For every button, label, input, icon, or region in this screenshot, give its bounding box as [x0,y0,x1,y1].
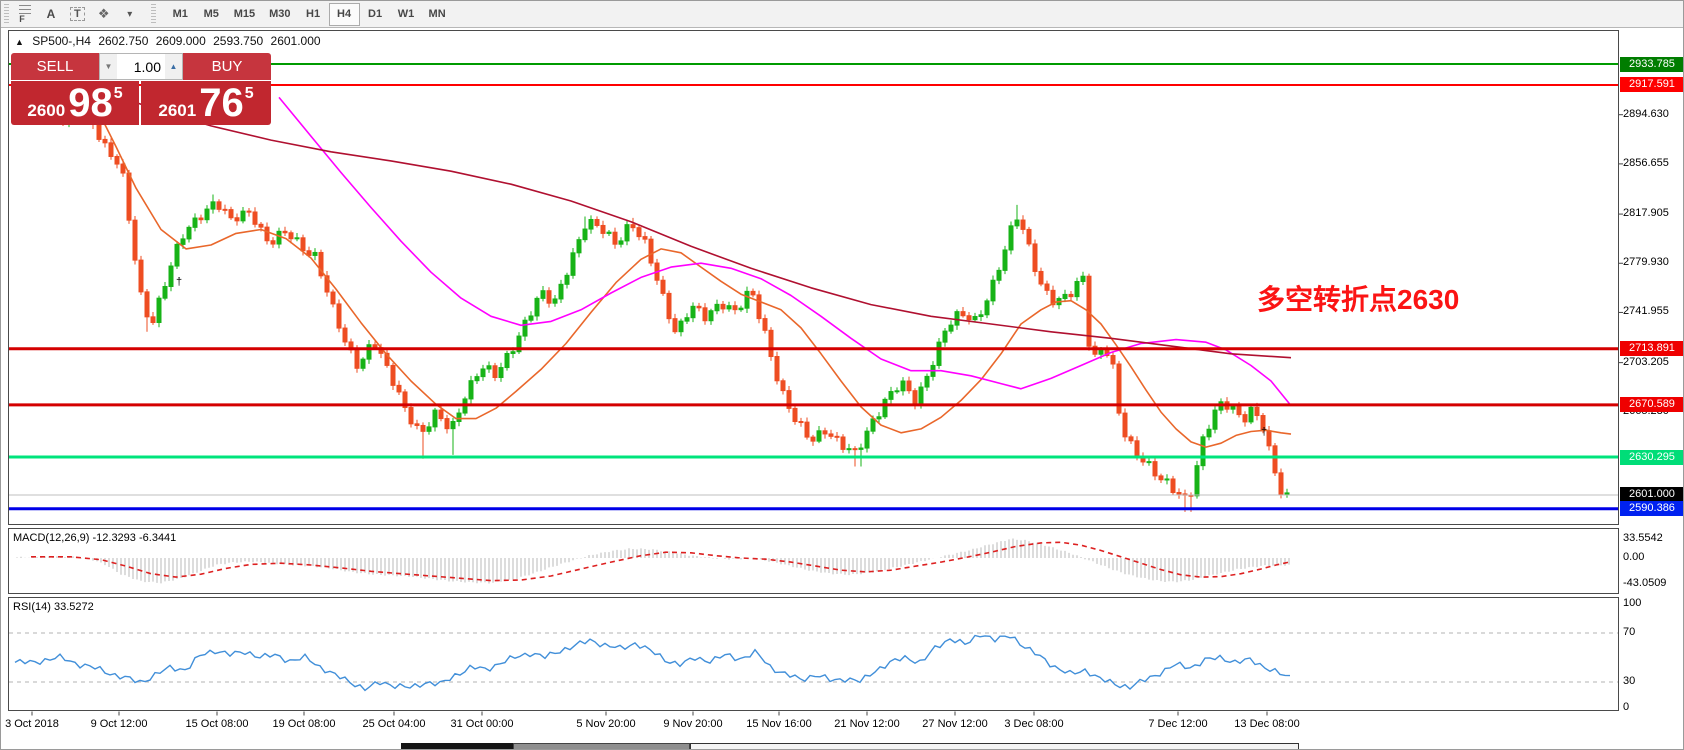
buy-button[interactable]: BUY [183,53,271,80]
buy-price-sup: 5 [245,81,254,101]
volume-decrease-button[interactable]: ▼ [100,54,117,79]
chart-text-annotation[interactable]: 多空转折点2630 [1257,278,1459,318]
sell-price-tile[interactable]: 2600985 [11,81,139,125]
buy-price-tile[interactable]: 2601765 [141,81,271,125]
sell-price-small: 2600 [27,100,65,122]
pane-border [9,598,1619,711]
rsi-indicator-label: RSI(14) 33.5272 [13,601,94,613]
macd-signal-line [31,542,1291,580]
sell-button[interactable]: SELL [11,53,99,80]
up-arrow-icon: ▲ [170,62,178,71]
price-level-badge: 2670.589 [1620,397,1684,412]
price-level-badge: 2713.891 [1620,341,1684,356]
buy-price-big: 76 [199,84,244,122]
volume-input[interactable] [117,54,165,79]
chart-object-mark: † [176,276,182,288]
low-value: 2593.750 [213,34,263,48]
candles-up [19,96,1289,498]
mt4-chart-window: FAT❖▾ M1M5M15M30H1H4D1W1MN †† ▲ SP500-,H… [0,0,1684,750]
ma-mid-line [279,97,1291,405]
price-level-badge: 2917.591 [1620,77,1684,92]
volume-increase-button[interactable]: ▲ [165,54,182,79]
high-value: 2609.000 [156,34,206,48]
price-level-badge: 2933.785 [1620,57,1684,72]
open-value: 2602.750 [98,34,148,48]
macd-indicator-label: MACD(12,26,9) -12.3293 -6.3441 [13,532,176,544]
price-level-badge: 2601.000 [1620,487,1684,502]
price-level-badge: 2630.295 [1620,450,1684,465]
ma-fast-line [101,117,1291,447]
one-click-trading-panel: SELL ▼ ▲ BUY 2600985 2601765 [11,53,271,125]
price-level-badge: 2590.386 [1620,501,1684,516]
candles-down [25,98,1283,511]
down-arrow-icon: ▼ [105,62,113,71]
chart-object-mark: † [1261,426,1267,438]
symbol-period-label: SP500-,H4 [32,34,91,48]
buy-price-small: 2601 [158,100,196,122]
sell-price-sup: 5 [114,81,123,101]
volume-spinner: ▼ ▲ [99,53,183,80]
chart-ohlc-header: ▲ SP500-,H4 2602.750 2609.000 2593.750 2… [15,34,325,48]
sell-price-big: 98 [68,84,113,122]
close-value: 2601.000 [271,34,321,48]
panel-collapse-arrow-icon[interactable]: ▲ [15,37,24,47]
